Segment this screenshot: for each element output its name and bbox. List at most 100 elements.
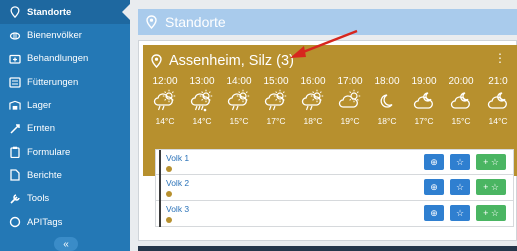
moon-icon <box>374 89 400 113</box>
tools-icon <box>9 193 21 205</box>
sun-cloud-heavy-rain-icon <box>189 89 215 113</box>
sidebar-item-apitags[interactable]: APITags <box>0 210 130 233</box>
location-card-header: Assenheim, Silz (3) ⋮ 12:00 14°C 13:00 14°C… <box>143 45 517 227</box>
sun-cloud-icon <box>337 89 363 113</box>
forecast-temp: 17°C <box>266 116 286 126</box>
sidebar-collapse-button[interactable]: « <box>54 237 78 251</box>
colony-row: Volk 2 ⊕ ☆ + ☆ <box>155 175 514 201</box>
map-pin-icon <box>9 6 21 18</box>
main-content: Standorte Assenheim, Silz (3) ⋮ 12:00 14°… <box>138 0 517 251</box>
map-pin-icon <box>146 15 157 29</box>
forecast-temp: 15°C <box>229 116 249 126</box>
add-favorite-button[interactable]: + ☆ <box>476 179 506 195</box>
clipboard-icon <box>9 146 21 159</box>
forecast-time: 18:00 <box>374 76 400 87</box>
forecast-slot: 13:00 14°C <box>184 76 220 126</box>
forecast-time: 15:00 <box>263 76 289 87</box>
sidebar-item-label: Fütterungen <box>27 76 79 88</box>
colony-name-link[interactable]: Volk 2 <box>166 178 189 188</box>
zoom-button[interactable]: ⊕ <box>424 179 444 195</box>
page-header: Standorte <box>138 9 517 35</box>
zoom-button[interactable]: ⊕ <box>424 154 444 170</box>
add-favorite-button[interactable]: + ☆ <box>476 205 506 221</box>
forecast-slot: 15:00 17°C <box>258 76 294 126</box>
sidebar-item-label: Behandlungen <box>27 53 89 65</box>
forecast-slot: 21:0 14°C <box>480 76 516 126</box>
sidebar-item-label: Bienenvölker <box>27 30 82 42</box>
location-card: Assenheim, Silz (3) ⋮ 12:00 14°C 13:00 14°C… <box>138 40 517 241</box>
sidebar-item-behandlungen[interactable]: Behandlungen <box>0 47 130 70</box>
sidebar-item-berichte[interactable]: Berichte <box>0 164 130 187</box>
status-dot-icon <box>166 217 172 223</box>
status-dot-icon <box>166 166 172 172</box>
weather-forecast: 12:00 14°C 13:00 14°C 14:00 15°C 15:00 17°C 16:0… <box>147 76 517 132</box>
row-marker <box>159 150 161 176</box>
moon-cloud-icon <box>485 89 511 113</box>
colony-name-link[interactable]: Volk 3 <box>166 204 189 214</box>
moon-cloud-icon <box>411 89 437 113</box>
forecast-temp: 14°C <box>192 116 212 126</box>
sidebar-item-formulare[interactable]: Formulare <box>0 140 130 163</box>
zoom-button[interactable]: ⊕ <box>424 205 444 221</box>
document-icon <box>9 169 21 182</box>
forecast-slot: 14:00 15°C <box>221 76 257 126</box>
next-card-edge <box>138 246 517 251</box>
forecast-time: 20:00 <box>448 76 474 87</box>
sidebar-item-f-tterungen[interactable]: Fütterungen <box>0 71 130 94</box>
location-name: Assenheim, Silz (3) <box>169 53 294 69</box>
forecast-time: 12:00 <box>152 76 178 87</box>
row-marker <box>159 175 161 201</box>
forecast-time: 13:00 <box>189 76 215 87</box>
location-title: Assenheim, Silz (3) <box>151 53 294 69</box>
circle-icon <box>9 216 21 228</box>
forecast-time: 14:00 <box>226 76 252 87</box>
plus-star-icon: + ☆ <box>483 207 499 218</box>
forecast-temp: 19°C <box>340 116 360 126</box>
forecast-temp: 18°C <box>377 116 397 126</box>
harvest-icon <box>9 123 21 135</box>
star-icon: ☆ <box>455 156 465 167</box>
sidebar-item-label: Ernten <box>27 123 55 135</box>
colony-row: Volk 1 ⊕ ☆ + ☆ <box>155 149 514 176</box>
star-icon: ☆ <box>455 207 465 218</box>
zoom-in-icon: ⊕ <box>430 156 438 167</box>
colony-row: Volk 3 ⊕ ☆ + ☆ <box>155 201 514 227</box>
sidebar-item-label: Berichte <box>27 169 62 181</box>
star-icon: ☆ <box>455 181 465 192</box>
forecast-slot: 19:00 17°C <box>406 76 442 126</box>
colony-name-link[interactable]: Volk 1 <box>166 153 189 163</box>
colony-list: Volk 1 ⊕ ☆ + ☆ Volk 2 ⊕ ☆ + ☆ Volk 3 ⊕ ☆ + ☆ <box>155 149 514 227</box>
sidebar-item-label: APITags <box>27 216 63 228</box>
sidebar-item-ernten[interactable]: Ernten <box>0 117 130 140</box>
medkit-icon <box>9 53 21 65</box>
status-dot-icon <box>166 191 172 197</box>
sidebar-item-standorte[interactable]: Standorte <box>0 0 130 24</box>
kebab-menu-icon[interactable]: ⋮ <box>494 52 506 64</box>
sidebar-item-label: Standorte <box>27 6 72 18</box>
feeding-icon <box>9 76 21 88</box>
favorite-button[interactable]: ☆ <box>450 154 470 170</box>
sidebar-item-lager[interactable]: Lager <box>0 94 130 117</box>
sun-cloud-rain-icon <box>152 89 178 113</box>
forecast-time: 19:00 <box>411 76 437 87</box>
forecast-slot: 12:00 14°C <box>147 76 183 126</box>
plus-star-icon: + ☆ <box>483 181 499 192</box>
forecast-temp: 18°C <box>303 116 323 126</box>
add-favorite-button[interactable]: + ☆ <box>476 154 506 170</box>
favorite-button[interactable]: ☆ <box>450 205 470 221</box>
sidebar-item-label: Lager <box>27 100 52 112</box>
forecast-time: 21:0 <box>488 76 508 87</box>
sidebar-item-tools[interactable]: Tools <box>0 187 130 210</box>
bee-icon <box>9 30 21 42</box>
forecast-slot: 17:00 19°C <box>332 76 368 126</box>
forecast-temp: 14°C <box>488 116 508 126</box>
forecast-slot: 18:00 18°C <box>369 76 405 126</box>
sidebar-item-bienenv-lker[interactable]: Bienenvölker <box>0 24 130 47</box>
zoom-in-icon: ⊕ <box>430 207 438 218</box>
favorite-button[interactable]: ☆ <box>450 179 470 195</box>
forecast-temp: 15°C <box>451 116 471 126</box>
plus-star-icon: + ☆ <box>483 156 499 167</box>
forecast-slot: 20:00 15°C <box>443 76 479 126</box>
sun-cloud-rain-icon <box>300 89 326 113</box>
moon-cloud-icon <box>448 89 474 113</box>
